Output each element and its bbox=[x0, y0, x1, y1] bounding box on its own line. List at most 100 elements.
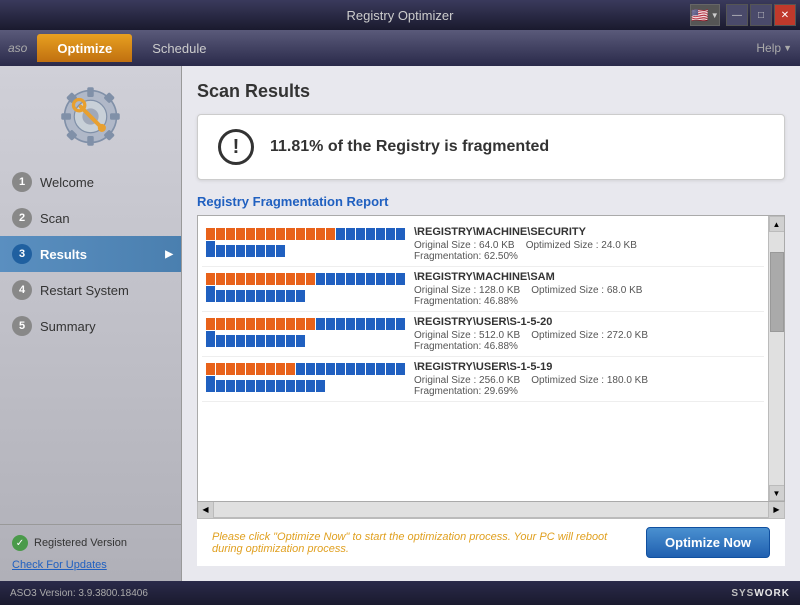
horizontal-scrollbar[interactable]: ◀ ▶ bbox=[197, 502, 785, 518]
bar-cell bbox=[376, 363, 385, 375]
sidebar-item-welcome[interactable]: 1 Welcome bbox=[0, 164, 181, 200]
bar-cell bbox=[326, 228, 335, 240]
sidebar-item-scan[interactable]: 2 Scan bbox=[0, 200, 181, 236]
entry-2-info: \REGISTRY\MACHINE\SAM Original Size : 12… bbox=[414, 271, 760, 307]
version-text: ASO3 Version: 3.9.3800.18406 bbox=[10, 588, 148, 599]
bar-cell bbox=[316, 318, 325, 330]
bar-cell bbox=[226, 273, 235, 285]
sidebar-label-results: Results bbox=[40, 247, 87, 262]
bar-cell bbox=[246, 273, 255, 285]
sidebar-item-summary[interactable]: 5 Summary bbox=[0, 308, 181, 344]
bar-cell bbox=[326, 273, 335, 285]
fragmentation-alert: ! 11.81% of the Registry is fragmented bbox=[197, 114, 785, 180]
app-logo-icon bbox=[58, 84, 123, 149]
title-bar: Registry Optimizer 🇺🇸 ▼ — □ ✕ bbox=[0, 0, 800, 30]
brand-logo: SYSWORK bbox=[731, 588, 790, 599]
bar-cell bbox=[296, 228, 305, 240]
nav-bar: aso Optimize Schedule Help ▼ bbox=[0, 30, 800, 66]
entry-1-bars bbox=[206, 226, 406, 262]
brand-suffix: WORK bbox=[754, 588, 790, 599]
bar-cell bbox=[376, 318, 385, 330]
bar-cell bbox=[296, 380, 305, 392]
scroll-up-button[interactable]: ▲ bbox=[769, 216, 785, 232]
bar-cell bbox=[276, 245, 285, 257]
close-button[interactable]: ✕ bbox=[774, 4, 796, 26]
sidebar-item-restart[interactable]: 4 Restart System bbox=[0, 272, 181, 308]
bar-cell bbox=[216, 380, 225, 392]
tab-optimize[interactable]: Optimize bbox=[37, 34, 132, 62]
bar-cell bbox=[256, 228, 265, 240]
bar-cell bbox=[266, 228, 275, 240]
sidebar-num-4: 4 bbox=[12, 280, 32, 300]
bar-cell bbox=[206, 335, 215, 347]
entry-4-frag: Fragmentation: 29.69% bbox=[414, 386, 760, 397]
entry-4-bars bbox=[206, 361, 406, 397]
bar-cell bbox=[366, 273, 375, 285]
optimize-now-button[interactable]: Optimize Now bbox=[646, 527, 770, 558]
bar-cell bbox=[386, 228, 395, 240]
entry-3-frag: Fragmentation: 46.88% bbox=[414, 341, 760, 352]
scroll-left-button[interactable]: ◀ bbox=[198, 502, 214, 518]
bar-cell bbox=[386, 318, 395, 330]
bar-cell bbox=[396, 273, 405, 285]
bar-cell bbox=[296, 290, 305, 302]
bar-cell bbox=[376, 273, 385, 285]
scrollbar-thumb[interactable] bbox=[770, 252, 784, 332]
content-area: Scan Results ! 11.81% of the Registry is… bbox=[182, 66, 800, 581]
bar-cell bbox=[316, 363, 325, 375]
bar-cell bbox=[236, 228, 245, 240]
sidebar-item-results[interactable]: 3 Results ▶ bbox=[0, 236, 181, 272]
bar-cell bbox=[256, 273, 265, 285]
blue-bar-row-4 bbox=[206, 379, 406, 393]
entry-1-frag: Fragmentation: 62.50% bbox=[414, 251, 760, 262]
bar-cell bbox=[326, 318, 335, 330]
bar-cell bbox=[256, 363, 265, 375]
report-container: \REGISTRY\MACHINE\SECURITY Original Size… bbox=[197, 215, 785, 502]
tab-schedule[interactable]: Schedule bbox=[132, 34, 226, 62]
entry-2-details: Original Size : 128.0 KB Optimized Size … bbox=[414, 285, 760, 296]
registry-entry-3: \REGISTRY\USER\S-1-5-20 Original Size : … bbox=[202, 312, 764, 357]
bar-cell bbox=[326, 363, 335, 375]
entry-3-bars bbox=[206, 316, 406, 352]
bar-cell bbox=[306, 363, 315, 375]
bar-cell bbox=[206, 363, 215, 375]
entry-4-details: Original Size : 256.0 KB Optimized Size … bbox=[414, 375, 760, 386]
bar-cell bbox=[316, 380, 325, 392]
bar-cell bbox=[356, 273, 365, 285]
bar-cell bbox=[316, 273, 325, 285]
blue-bar-row-3 bbox=[206, 334, 406, 348]
bar-cell bbox=[226, 318, 235, 330]
scroll-right-button[interactable]: ▶ bbox=[768, 502, 784, 518]
bar-cell bbox=[276, 363, 285, 375]
report-scrollbar[interactable]: ▲ ▼ bbox=[768, 216, 784, 501]
bar-cell bbox=[206, 380, 215, 392]
warning-icon: ! bbox=[218, 129, 254, 165]
bar-cell bbox=[276, 335, 285, 347]
bar-cell bbox=[306, 228, 315, 240]
report-title: Registry Fragmentation Report bbox=[197, 194, 785, 209]
bar-cell bbox=[276, 228, 285, 240]
bar-cell bbox=[236, 363, 245, 375]
bar-cell bbox=[226, 363, 235, 375]
registered-badge: ✓ Registered Version bbox=[12, 535, 169, 551]
maximize-button[interactable]: □ bbox=[750, 4, 772, 26]
bar-cell bbox=[286, 318, 295, 330]
bar-cell bbox=[216, 363, 225, 375]
entry-2-bars bbox=[206, 271, 406, 307]
bar-cell bbox=[346, 318, 355, 330]
scroll-down-button[interactable]: ▼ bbox=[769, 485, 785, 501]
help-link[interactable]: Help ▼ bbox=[756, 41, 792, 55]
minimize-button[interactable]: — bbox=[726, 4, 748, 26]
report-scroll-content[interactable]: \REGISTRY\MACHINE\SECURITY Original Size… bbox=[198, 216, 768, 501]
bar-cell bbox=[206, 290, 215, 302]
window-title: Registry Optimizer bbox=[347, 8, 454, 23]
bar-cell bbox=[306, 380, 315, 392]
bar-cell bbox=[256, 245, 265, 257]
language-flag-button[interactable]: 🇺🇸 ▼ bbox=[690, 4, 720, 26]
check-updates-link[interactable]: Check For Updates bbox=[12, 559, 107, 571]
entry-1-path: \REGISTRY\MACHINE\SECURITY bbox=[414, 226, 760, 238]
registry-entry-2: \REGISTRY\MACHINE\SAM Original Size : 12… bbox=[202, 267, 764, 312]
bar-cell bbox=[396, 363, 405, 375]
bar-cell bbox=[246, 363, 255, 375]
bar-cell bbox=[276, 318, 285, 330]
